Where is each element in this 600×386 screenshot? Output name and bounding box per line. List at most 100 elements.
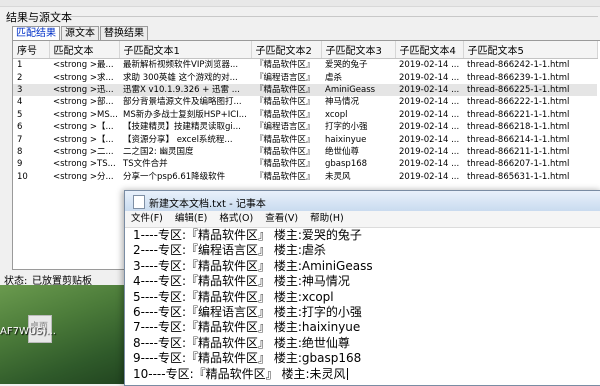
table-row[interactable]: 7 <strong >【... 【资源分享】 excel系统程... 『精品软件区』 h…	[13, 133, 597, 145]
cell-match-text: <strong >求...	[53, 72, 114, 83]
cell-submatch-5: thread-865631-1-1.html	[467, 171, 570, 182]
tab-match-results[interactable]: 匹配结果	[12, 26, 60, 41]
notepad-line-text: 3----专区:『精品软件区』 楼主:AminiGeass	[133, 258, 373, 273]
menu-file[interactable]: 文件(F)	[125, 211, 169, 227]
cell-submatch-4: 2019-02-14 ...	[395, 83, 463, 97]
notepad-line-text: 9----专区:『精品软件区』 楼主:gbasp168	[133, 351, 362, 366]
cell-index: 8	[17, 146, 23, 157]
cell-submatch-4: 2019-02-14 ...	[399, 60, 460, 71]
column-header-match-text[interactable]: 匹配文本	[49, 41, 120, 59]
notepad-text-area[interactable]: 1----专区:『精品软件区』 楼主:爱哭的兔子 2----专区:『编程语言区』 …	[125, 228, 600, 385]
notepad-line: 6----专区:『编程语言区』 楼主:打字的小强	[125, 305, 600, 320]
cell-submatch-5: thread-866218-1-1.html	[467, 122, 570, 133]
column-header-submatch-4[interactable]: 子匹配文本4	[395, 41, 464, 59]
notepad-line: 5----专区:『精品软件区』 楼主:xcopl	[125, 290, 600, 305]
cell-submatch-1: 迅雷X v10.1.9.326 + 迅雷 ...	[119, 83, 251, 97]
cell-submatch-1: MS新办多战士复刻版HSP+ICI...	[123, 109, 247, 120]
cell-submatch-5: thread-866239-1-1.html	[467, 72, 570, 83]
cell-submatch-1: 部分背景墙源文件及编略图打...	[123, 97, 242, 108]
cell-submatch-2: 『精品软件区』	[255, 134, 315, 145]
cell-submatch-4: 2019-02-14 ...	[399, 97, 460, 108]
cell-submatch-3: 爱哭的兔子	[325, 60, 368, 71]
column-header-submatch-2[interactable]: 子匹配文本2	[251, 41, 322, 59]
notepad-line-text: 2----专区:『编程语言区』 楼主:虐杀	[133, 243, 326, 258]
table-row[interactable]: 8 <strong >二... 二之国2: 幽灵国度 『精品软件区』 绝世仙尊 2019-…	[13, 146, 597, 158]
cell-match-text: <strong >MS...	[53, 109, 118, 120]
cell-submatch-4: 2019-02-14 ...	[399, 159, 460, 170]
cell-submatch-5: thread-866225-1-1.html	[463, 83, 597, 97]
cell-submatch-5: thread-866221-1-1.html	[467, 109, 570, 120]
table-row[interactable]: 4 <strong >部... 部分背景墙源文件及编略图打... 『精品软件区』 神马情…	[13, 96, 597, 108]
cell-submatch-2: 『精品软件区』	[255, 97, 315, 108]
cell-match-text: <strong >TS...	[53, 159, 116, 170]
table-body: 1 <strong >最... 最新解析视频软件VIP浏览器... 『精品软件区』 爱哭…	[13, 59, 597, 183]
results-group-label: 结果与源文本	[6, 11, 72, 24]
table-row[interactable]: 2 <strong >求... 求助 300英雄 这个游戏的对... 『编程语言区』虐…	[13, 71, 597, 83]
cell-submatch-1: 【技建精灵】技建精灵读取gi...	[123, 122, 241, 133]
notepad-line-text: 6----专区:『编程语言区』 楼主:打字的小强	[133, 304, 362, 319]
cell-submatch-4: 2019-02-14 ...	[399, 146, 460, 157]
notepad-line-text: 8----专区:『精品软件区』 楼主:绝世仙尊	[133, 335, 350, 350]
tab-source-text[interactable]: 源文本	[61, 26, 99, 40]
menu-format[interactable]: 格式(O)	[213, 211, 259, 227]
tab-replace-results[interactable]: 替换结果	[100, 26, 148, 40]
menu-help[interactable]: 帮助(H)	[304, 211, 350, 227]
desktop-label: AF7WUS)...	[0, 326, 56, 337]
menu-edit[interactable]: 编辑(E)	[169, 211, 213, 227]
column-header-submatch-3[interactable]: 子匹配文本3	[321, 41, 396, 59]
cell-match-text: <strong >分...	[53, 171, 114, 182]
table-row[interactable]: 1 <strong >最... 最新解析视频软件VIP浏览器... 『精品软件区』 爱哭…	[13, 59, 597, 72]
cell-index: 5	[17, 109, 23, 120]
cell-submatch-2: 『精品软件区』	[255, 171, 315, 182]
notepad-window: 新建文本文档.txt - 记事本 文件(F) 编辑(E) 格式(O) 查看(V)…	[124, 190, 600, 386]
table-row[interactable]: 10 <strong >分... 分享一个psp6.61降级软件 『精品软件区』 未灵风…	[13, 171, 597, 183]
menu-view[interactable]: 查看(V)	[259, 211, 304, 227]
notepad-line-text: 1----专区:『精品软件区』 楼主:爱哭的兔子	[133, 228, 362, 242]
cell-index: 7	[17, 134, 23, 145]
cell-submatch-4: 2019-02-14 ...	[399, 122, 460, 133]
notepad-titlebar[interactable]: 新建文本文档.txt - 记事本	[125, 191, 600, 211]
column-header-submatch-1[interactable]: 子匹配文本1	[119, 41, 252, 59]
cell-submatch-4: 2019-02-14 ...	[399, 134, 460, 145]
cell-submatch-2: 『精品软件区』	[255, 60, 315, 71]
cell-match-text: <strong >二...	[53, 146, 114, 157]
column-header-index[interactable]: 序号	[13, 41, 50, 59]
cell-submatch-5: thread-866214-1-1.html	[467, 134, 570, 145]
cell-submatch-3: haixinyue	[325, 134, 367, 145]
cell-submatch-1: 最新解析视频软件VIP浏览器...	[123, 60, 239, 71]
table-row[interactable]: 3 <strong >迅... 迅雷X v10.1.9.326 + 迅雷 ... 『精…	[13, 83, 597, 97]
cell-index: 9	[17, 159, 23, 170]
notepad-icon	[133, 195, 145, 209]
top-strip	[0, 0, 600, 7]
notepad-line: 2----专区:『编程语言区』 楼主:虐杀	[125, 243, 600, 258]
table-row[interactable]: 6 <strong >【... 【技建精灵】技建精灵读取gi... 『编程语言区』 打字…	[13, 121, 597, 133]
table-row[interactable]: 9 <strong >TS... TS文件合并 『精品软件区』 gbasp168 2019…	[13, 158, 597, 170]
cell-submatch-2: 『精品软件区』	[255, 146, 315, 157]
notepad-line: 1----专区:『精品软件区』 楼主:爱哭的兔子	[125, 228, 600, 243]
cell-submatch-1: 二之国2: 幽灵国度	[123, 146, 194, 157]
cell-submatch-2: 『编程语言区』	[255, 72, 315, 83]
cell-submatch-1: 【资源分享】 excel系统程...	[123, 134, 233, 145]
column-header-submatch-5[interactable]: 子匹配文本5	[463, 41, 598, 59]
cell-submatch-1: TS文件合并	[123, 159, 168, 170]
cell-submatch-3: 神马情况	[325, 97, 360, 108]
cell-submatch-3: 绝世仙尊	[325, 146, 360, 157]
notepad-line: 9----专区:『精品软件区』 楼主:gbasp168	[125, 351, 600, 366]
cell-match-text: <strong >【...	[53, 134, 114, 145]
notepad-line: 3----专区:『精品软件区』 楼主:AminiGeass	[125, 259, 600, 274]
cell-index: 3	[13, 83, 49, 97]
cell-match-text: <strong >迅...	[49, 83, 119, 97]
notepad-line-text: 5----专区:『精品软件区』 楼主:xcopl	[133, 289, 334, 304]
cell-submatch-3: AminiGeass	[321, 83, 395, 97]
table-row[interactable]: 5 <strong >MS... MS新办多战士复刻版HSP+ICI... 『精品软件…	[13, 109, 597, 121]
cell-submatch-4: 2019-02-14 ...	[399, 72, 460, 83]
notepad-line-text: 10----专区:『精品软件区』 楼主:未灵风	[133, 366, 346, 381]
group-divider	[70, 16, 598, 17]
cell-index: 1	[17, 60, 23, 71]
notepad-line-text: 4----专区:『精品软件区』 楼主:神马情况	[133, 274, 350, 289]
cell-index: 2	[17, 72, 23, 83]
notepad-line: 8----专区:『精品软件区』 楼主:绝世仙尊	[125, 336, 600, 351]
notepad-line: 10----专区:『精品软件区』 楼主:未灵风	[125, 367, 600, 382]
cell-match-text: <strong >最...	[53, 60, 114, 71]
cell-submatch-5: thread-866207-1-1.html	[467, 159, 570, 170]
